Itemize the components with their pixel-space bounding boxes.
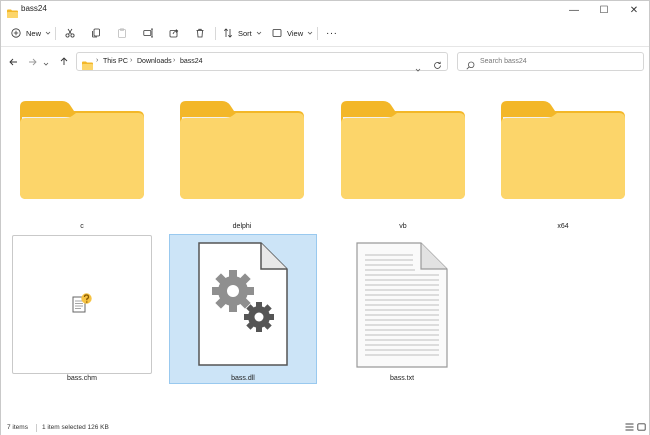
view-label: View xyxy=(287,28,304,38)
more-options-button[interactable]: ··· xyxy=(326,24,338,42)
sort-button[interactable]: Sort xyxy=(223,24,262,42)
separator xyxy=(36,424,37,432)
breadcrumb-separator-icon: › xyxy=(173,57,176,64)
file-item-bass-dll[interactable]: bass.dll xyxy=(169,234,317,384)
trash-icon xyxy=(195,28,205,38)
item-label: bass.dll xyxy=(231,375,255,382)
file-item-bass-txt[interactable]: bass.txt xyxy=(331,234,473,386)
arrow-left-icon xyxy=(8,53,18,71)
breadcrumb-separator-icon: › xyxy=(130,57,133,64)
close-icon: ✕ xyxy=(629,4,639,16)
rename-icon xyxy=(143,28,154,38)
search-icon xyxy=(466,57,475,75)
command-bar: New Sort View ··· xyxy=(1,19,649,47)
chevron-down-icon xyxy=(45,31,51,35)
details-view-icon[interactable] xyxy=(625,423,634,433)
forward-button[interactable] xyxy=(25,55,39,69)
breadcrumb-separator-icon: › xyxy=(96,57,99,64)
navigation-row: › This PC › Downloads › bass24 Search ba… xyxy=(1,48,649,76)
scissors-icon xyxy=(65,28,75,38)
maximize-icon: ☐ xyxy=(599,4,609,16)
refresh-icon[interactable] xyxy=(433,57,442,75)
up-button[interactable] xyxy=(57,55,71,69)
close-button[interactable]: ✕ xyxy=(619,1,649,19)
large-icons-view-icon[interactable] xyxy=(637,423,646,433)
address-bar[interactable]: › This PC › Downloads › bass24 xyxy=(76,52,448,72)
chevron-down-icon xyxy=(43,53,49,71)
recent-locations-button[interactable] xyxy=(39,55,53,69)
file-view: c delphi vb x64 bass.chm bass.dll bass.t… xyxy=(1,77,649,421)
folder-icon xyxy=(501,101,625,199)
back-button[interactable] xyxy=(6,55,20,69)
item-label: bass.txt xyxy=(389,375,415,382)
breadcrumb-this-pc[interactable]: This PC xyxy=(103,58,128,65)
plus-circle-icon xyxy=(11,28,21,38)
cut-button[interactable] xyxy=(65,24,75,42)
separator xyxy=(317,27,318,40)
share-icon xyxy=(169,28,179,38)
new-button[interactable]: New xyxy=(11,24,51,42)
search-box[interactable]: Search bass24 xyxy=(457,52,644,71)
status-bar: 7 items 1 item selected 126 KB xyxy=(1,422,649,435)
help-file-icon xyxy=(72,293,92,313)
folder-item-c[interactable]: c xyxy=(17,97,147,237)
folder-item-vb[interactable]: vb xyxy=(338,97,468,237)
rename-button[interactable] xyxy=(143,24,154,42)
breadcrumb-downloads[interactable]: Downloads xyxy=(137,58,172,65)
new-label: New xyxy=(26,28,42,38)
sort-icon xyxy=(223,28,233,38)
folder-item-delphi[interactable]: delphi xyxy=(177,97,307,237)
item-label: vb xyxy=(399,223,407,230)
chevron-down-icon xyxy=(256,31,262,35)
folder-icon xyxy=(180,101,304,199)
window-title: bass24 xyxy=(21,4,47,13)
item-label: bass.chm xyxy=(67,375,97,382)
chevron-down-icon[interactable] xyxy=(415,59,421,77)
search-placeholder: Search bass24 xyxy=(480,58,527,65)
selection-info: 1 item selected 126 KB xyxy=(42,424,109,431)
item-label: c xyxy=(80,223,84,230)
breadcrumb-bass24[interactable]: bass24 xyxy=(180,58,203,65)
view-button[interactable]: View xyxy=(272,24,313,42)
minimize-button[interactable]: — xyxy=(559,1,589,19)
explorer-window: bass24 — ☐ ✕ New Sort View ··· › This PC… xyxy=(0,0,650,435)
copy-button[interactable] xyxy=(91,24,101,42)
item-label: delphi xyxy=(232,223,252,230)
text-file-icon xyxy=(356,242,448,368)
item-label: x64 xyxy=(557,223,569,230)
folder-icon xyxy=(82,57,93,75)
maximize-button[interactable]: ☐ xyxy=(589,1,619,19)
separator xyxy=(215,27,216,40)
arrow-right-icon xyxy=(28,53,37,71)
share-button[interactable] xyxy=(169,24,179,42)
view-icon xyxy=(272,28,282,38)
minimize-icon: — xyxy=(569,4,579,16)
item-count: 7 items xyxy=(7,424,28,431)
arrow-up-icon xyxy=(60,53,68,71)
folder-icon xyxy=(341,101,465,199)
separator xyxy=(55,27,56,40)
folder-icon xyxy=(20,101,144,199)
paste-button[interactable] xyxy=(117,24,127,42)
paste-icon xyxy=(117,28,127,38)
title-bar[interactable]: bass24 — ☐ ✕ xyxy=(1,1,649,19)
copy-icon xyxy=(91,28,101,38)
chevron-down-icon xyxy=(307,31,313,35)
folder-item-x64[interactable]: x64 xyxy=(498,97,628,237)
delete-button[interactable] xyxy=(195,24,205,42)
dll-file-icon xyxy=(198,242,288,366)
sort-label: Sort xyxy=(238,28,252,38)
more-icon: ··· xyxy=(326,27,338,39)
file-item-bass-chm[interactable]: bass.chm xyxy=(11,234,153,386)
